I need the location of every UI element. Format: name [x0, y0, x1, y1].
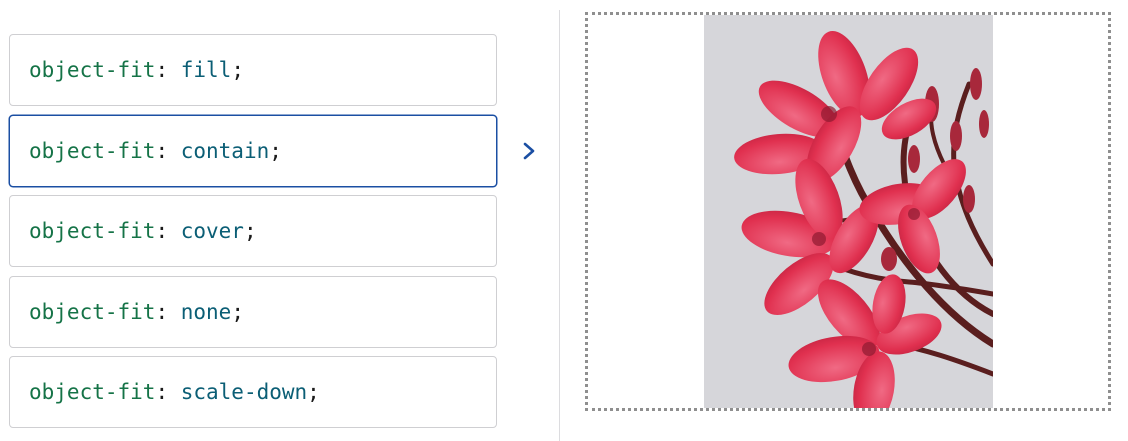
option-terminator: ;	[231, 299, 244, 324]
option-value: none	[180, 299, 232, 324]
option-value: cover	[180, 219, 244, 243]
option-terminator: ;	[231, 58, 244, 82]
option-separator: :	[155, 299, 181, 324]
option-property: object-fit	[29, 219, 156, 243]
option-separator: :	[155, 380, 181, 404]
option-property: object-fit	[29, 58, 156, 82]
option-contain[interactable]: object-fit: contain;	[9, 114, 497, 187]
option-property: object-fit	[29, 138, 156, 163]
option-property: object-fit	[29, 299, 156, 324]
option-value: contain	[180, 138, 270, 163]
option-property: object-fit	[29, 380, 156, 404]
option-terminator: ;	[307, 380, 320, 404]
option-cover[interactable]: object-fit: cover;	[9, 195, 497, 267]
object-fit-options: object-fit: fill; object-fit: contain; o…	[9, 34, 497, 437]
option-scale-down[interactable]: object-fit: scale-down;	[9, 356, 497, 428]
option-none[interactable]: object-fit: none;	[9, 275, 497, 348]
option-separator: :	[155, 219, 181, 243]
option-value: scale-down	[180, 380, 308, 404]
option-separator: :	[155, 58, 181, 82]
chevron-right-icon	[523, 142, 535, 160]
option-terminator: ;	[243, 219, 257, 243]
option-value: fill	[180, 58, 232, 82]
flower-image	[704, 15, 993, 408]
option-fill[interactable]: object-fit: fill;	[9, 34, 497, 106]
panel-divider	[559, 10, 560, 441]
option-separator: :	[155, 138, 181, 163]
option-terminator: ;	[269, 138, 282, 163]
demo-output-area	[585, 12, 1111, 411]
